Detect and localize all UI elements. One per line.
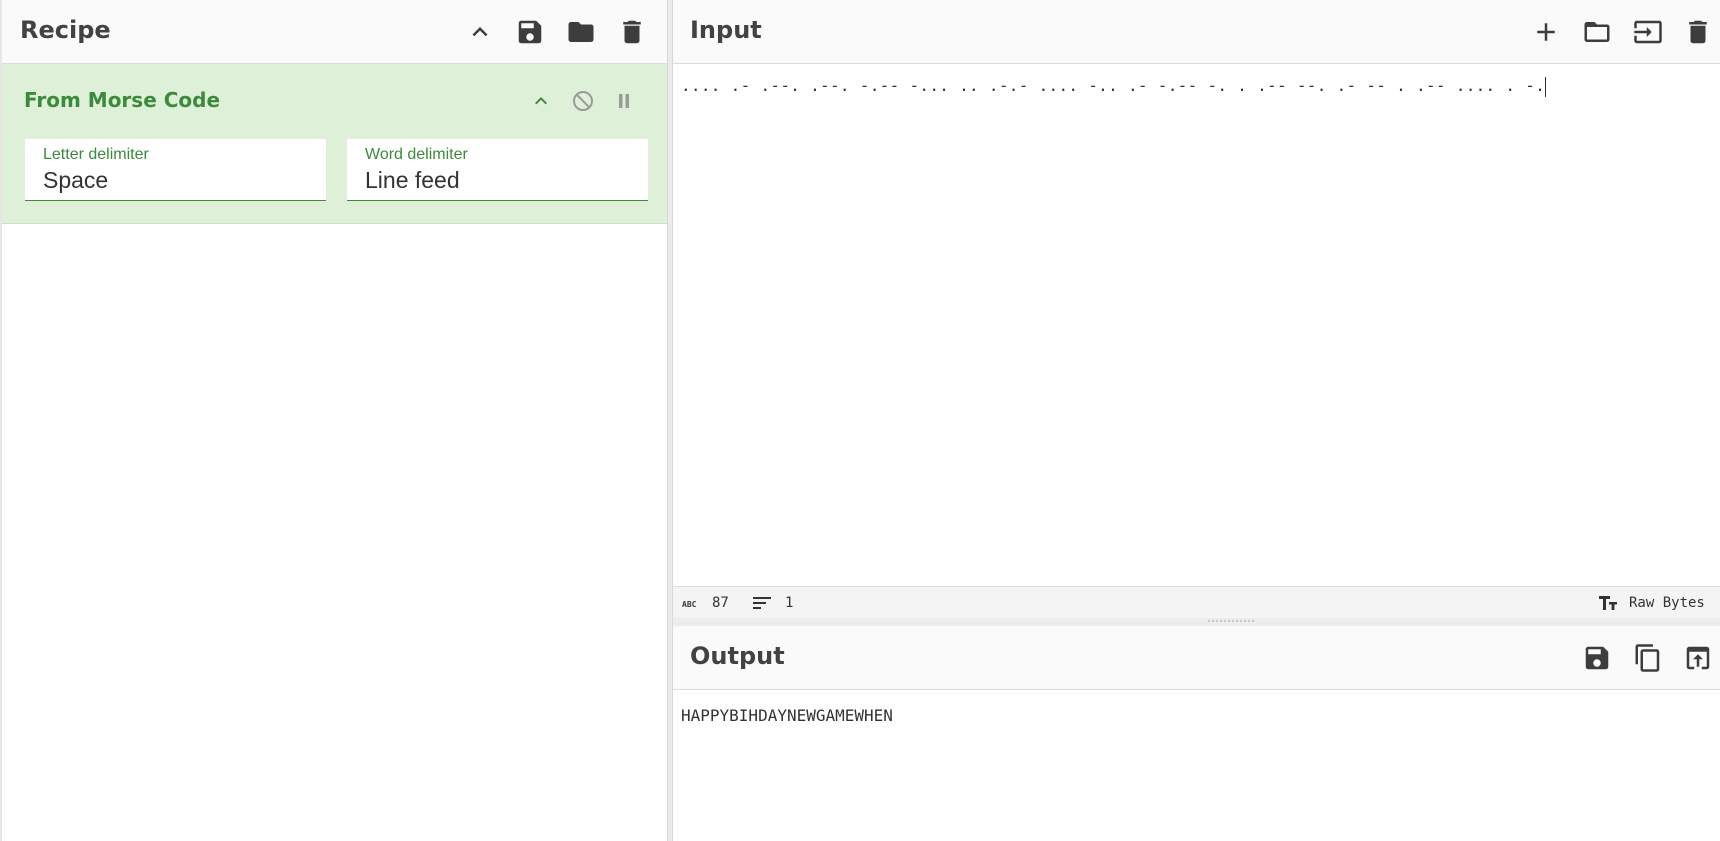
plus-icon: [1537, 23, 1555, 41]
disable-icon: [573, 91, 593, 111]
pane-resizer-horizontal[interactable]: [673, 618, 1720, 626]
recipe-title: Recipe: [20, 16, 111, 44]
resize-grip: [1208, 620, 1254, 623]
lines-stat: 1: [753, 595, 793, 611]
chevron-up-icon: [472, 27, 488, 37]
word-delimiter-value: Line feed: [365, 167, 460, 193]
save-icon: [1585, 646, 1609, 670]
input-pane: Input .... .- .--. .--. -.-- -... .. .-.…: [673, 0, 1720, 586]
trash-icon: [623, 20, 641, 44]
input-status-bar: ABC 87 1 Raw Bytes: [673, 586, 1720, 618]
input-title: Input: [690, 16, 762, 44]
letter-delimiter-value: Space: [43, 167, 109, 193]
text-cursor: [1545, 76, 1547, 97]
recipe-pane: Recipe From Morse Code Letter delimiter …: [0, 0, 669, 841]
import-button[interactable]: [1626, 10, 1670, 54]
output-header: Output: [673, 626, 1720, 690]
input-textarea[interactable]: .... .- .--. .--. -.-- -... .. .-.- ....…: [681, 76, 1700, 97]
letter-delimiter-label: Letter delimiter: [43, 146, 149, 163]
svg-text:ABC: ABC: [682, 600, 697, 609]
length-value: 87: [712, 595, 729, 611]
trash-icon: [1689, 20, 1707, 44]
collapse-all-button[interactable]: [458, 10, 502, 54]
letter-delimiter-select[interactable]: Letter delimiter Space: [25, 139, 326, 201]
chevron-up-icon: [535, 97, 547, 105]
clear-recipe-button[interactable]: [610, 10, 654, 54]
save-icon: [518, 20, 542, 44]
open-file-button[interactable]: [1575, 10, 1619, 54]
encoding-label: Raw Bytes: [1629, 595, 1705, 611]
lines-icon: [753, 597, 771, 609]
output-title: Output: [690, 642, 785, 670]
encoding-button[interactable]: Raw Bytes: [1597, 595, 1705, 611]
copy-icon: [1635, 644, 1660, 672]
add-tab-button[interactable]: [1524, 10, 1568, 54]
word-delimiter-label: Word delimiter: [365, 146, 468, 163]
output-text[interactable]: HAPPYBIHDAYNEWGAMEWHEN: [681, 706, 893, 725]
text-size-icon: [1599, 596, 1617, 610]
input-header: Input: [673, 0, 1720, 64]
load-recipe-button[interactable]: [559, 10, 603, 54]
save-output-button[interactable]: [1575, 636, 1619, 680]
output-pane: Output HAPPYBIHDAYNEWGAMEWHEN: [673, 626, 1720, 841]
pause-icon: [619, 94, 629, 108]
operation-title: From Morse Code: [24, 88, 221, 112]
import-icon: [1634, 20, 1662, 44]
folder-icon: [1584, 22, 1610, 42]
clear-input-button[interactable]: [1676, 10, 1720, 54]
collapse-operation-button[interactable]: [524, 84, 558, 118]
save-recipe-button[interactable]: [508, 10, 552, 54]
disable-operation-button[interactable]: [566, 84, 600, 118]
abc-icon: ABC: [682, 600, 697, 609]
input-text-content: .... .- .--. .--. -.-- -... .. .-.- ....…: [681, 76, 1546, 95]
recipe-header: Recipe: [2, 0, 667, 64]
copy-output-button[interactable]: [1626, 636, 1670, 680]
word-delimiter-select[interactable]: Word delimiter Line feed: [347, 139, 648, 201]
replace-input-button[interactable]: [1676, 636, 1720, 680]
length-stat: ABC 87: [682, 595, 729, 611]
operation-from-morse-code[interactable]: From Morse Code Letter delimiter Space W…: [2, 64, 669, 224]
open-in-input-icon: [1686, 646, 1710, 670]
lines-value: 1: [785, 595, 794, 611]
folder-icon: [568, 22, 594, 42]
breakpoint-button[interactable]: [607, 84, 641, 118]
